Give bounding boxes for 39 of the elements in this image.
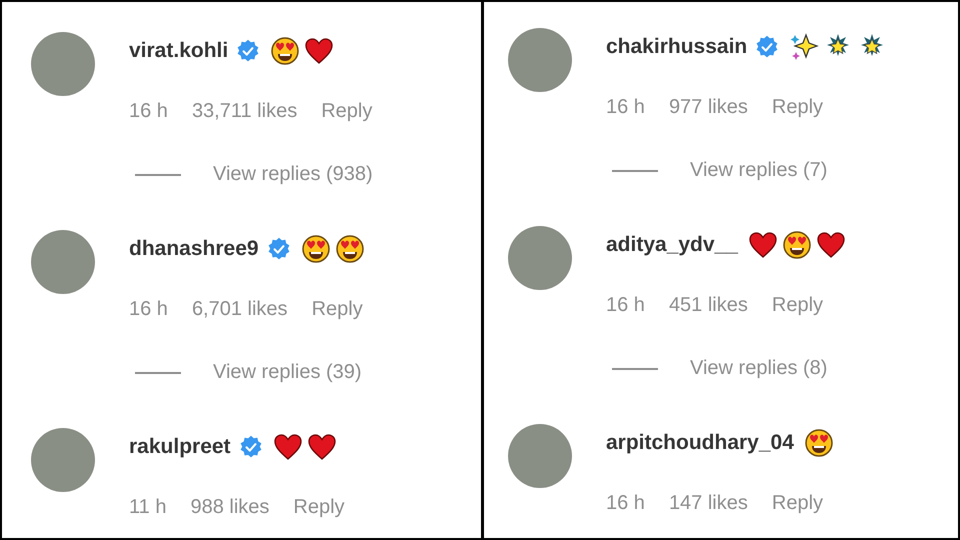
heart-icon — [304, 36, 334, 66]
reply-link[interactable]: Reply — [321, 100, 372, 123]
view-replies-link[interactable]: View replies (938) — [213, 163, 373, 186]
comment-time: 16 h — [606, 96, 645, 119]
heart-eyes-face-icon — [804, 428, 834, 458]
likes-count-link[interactable]: 6,701 likes — [192, 298, 288, 321]
comment-time: 16 h — [129, 100, 168, 123]
sparkles-icon — [789, 32, 820, 62]
username[interactable]: arpitchoudhary_04 — [606, 431, 794, 455]
heart-icon — [272, 432, 303, 462]
comment-time: 16 h — [129, 298, 168, 321]
username[interactable]: dhanashree9 — [129, 237, 259, 261]
username[interactable]: virat.kohli — [129, 39, 228, 63]
username[interactable]: rakulpreet — [129, 435, 231, 459]
reply-link[interactable]: Reply — [772, 492, 824, 515]
heart-eyes-face-icon — [782, 230, 812, 260]
heart-eyes-face-icon — [270, 36, 300, 66]
likes-count-link[interactable]: 451 likes — [668, 294, 748, 317]
reply-link[interactable]: Reply — [293, 496, 345, 519]
comment-time: 16 h — [606, 294, 645, 317]
heart-icon — [748, 230, 778, 260]
comment-time: 16 h — [606, 492, 645, 515]
reply-link[interactable]: Reply — [312, 298, 363, 321]
comment-time: 11 h — [129, 496, 166, 519]
reply-link[interactable]: Reply — [772, 96, 824, 119]
reply-link[interactable]: Reply — [772, 294, 824, 317]
username[interactable]: chakirhussain — [606, 35, 748, 59]
view-replies-link[interactable]: View replies (7) — [690, 159, 828, 182]
likes-count-link[interactable]: 977 likes — [668, 96, 748, 119]
heart-eyes-face-icon — [334, 234, 365, 264]
likes-count-link[interactable]: 988 likes — [190, 496, 270, 519]
view-replies-link[interactable]: View replies (8) — [690, 357, 828, 380]
likes-count-link[interactable]: 147 likes — [668, 492, 748, 515]
heart-eyes-face-icon — [300, 234, 331, 264]
view-replies-link[interactable]: View replies (39) — [213, 361, 362, 384]
username[interactable]: aditya_ydv__ — [606, 233, 738, 257]
heart-icon — [816, 230, 846, 260]
likes-count-link[interactable]: 33,711 likes — [192, 100, 298, 123]
heart-icon — [306, 432, 337, 462]
